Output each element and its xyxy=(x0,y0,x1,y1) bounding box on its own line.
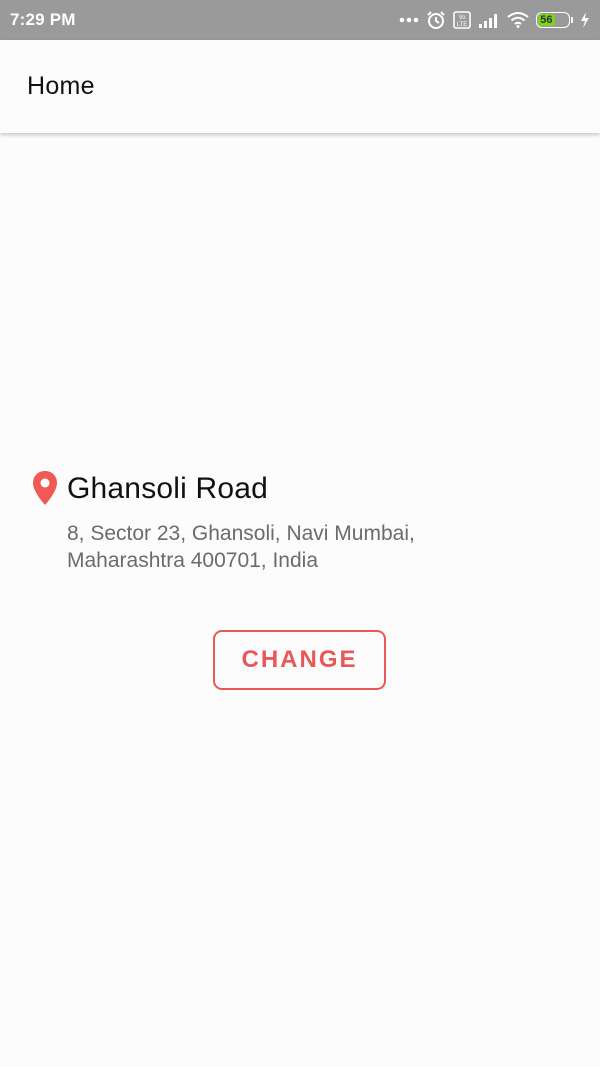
wifi-icon xyxy=(507,12,529,28)
page-title: Home xyxy=(27,72,95,100)
battery-level: 56 xyxy=(538,14,555,26)
location-row: Ghansoli Road xyxy=(32,470,572,508)
charging-icon xyxy=(580,12,590,28)
place-name: Ghansoli Road xyxy=(67,472,269,505)
volte-icon: Vo LTE xyxy=(453,11,471,29)
battery-icon: 56 xyxy=(536,12,573,28)
location-pin-icon xyxy=(32,470,60,508)
place-address: 8, Sector 23, Ghansoli, Navi Mumbai, Mah… xyxy=(67,522,415,572)
more-dots-icon xyxy=(399,17,419,23)
app-bar: Home xyxy=(0,40,600,133)
change-location-button[interactable]: CHANGE xyxy=(213,630,386,690)
alarm-icon xyxy=(426,10,446,30)
svg-text:Vo: Vo xyxy=(458,15,466,21)
location-block: Ghansoli Road 8, Sector 23, Ghansoli, Na… xyxy=(32,470,572,574)
status-time: 7:29 PM xyxy=(10,10,76,29)
svg-text:LTE: LTE xyxy=(457,22,468,28)
status-bar: 7:29 PM Vo LTE 56 xyxy=(0,0,600,40)
signal-icon xyxy=(478,12,500,28)
status-icons: Vo LTE 56 xyxy=(399,10,590,30)
